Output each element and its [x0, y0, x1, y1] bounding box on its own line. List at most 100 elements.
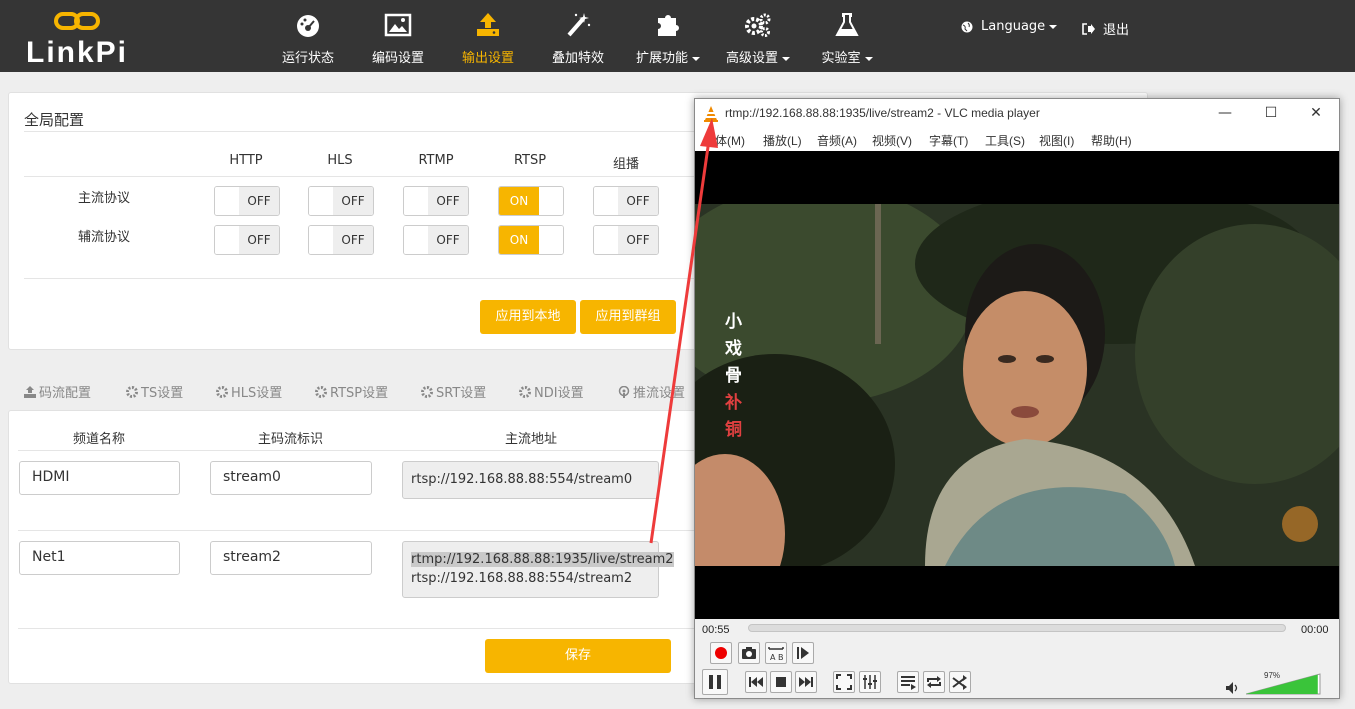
fullscreen-button[interactable]: [833, 671, 855, 693]
divider: [24, 131, 704, 132]
url-selected-text: rtmp://192.168.88.88:1935/live/stream2: [411, 552, 674, 567]
stream-id-input[interactable]: stream0: [210, 461, 372, 495]
nav-advanced[interactable]: 高级设置: [720, 0, 796, 72]
toggle-sub-multicast[interactable]: OFF: [593, 225, 659, 255]
video-area[interactable]: 小 戏 骨 补 铜: [695, 151, 1339, 619]
divider: [18, 628, 698, 629]
logout-icon: [1082, 22, 1095, 35]
menu-playback[interactable]: 播放(L): [763, 132, 802, 149]
toggle-main-rtmp[interactable]: OFF: [403, 186, 469, 216]
tab-rtsp[interactable]: RTSP设置: [315, 382, 388, 401]
fullscreen-icon: [836, 674, 852, 690]
loop-icon: [927, 676, 941, 688]
podcast-icon: [618, 385, 630, 398]
vlc-cone-icon: [704, 106, 718, 122]
toggle-sub-hls[interactable]: OFF: [308, 225, 374, 255]
menu-tools[interactable]: 工具(S): [985, 132, 1025, 149]
puzzle-icon: [658, 15, 679, 36]
vlc-window[interactable]: rtmp://192.168.88.88:1935/live/stream2 -…: [694, 98, 1340, 699]
vlc-titlebar[interactable]: rtmp://192.168.88.88:1935/live/stream2 -…: [695, 99, 1339, 129]
toggle-main-http[interactable]: OFF: [214, 186, 280, 216]
apply-local-button[interactable]: 应用到本地: [480, 300, 576, 334]
toggle-sub-rtmp[interactable]: OFF: [403, 225, 469, 255]
toggle-main-hls[interactable]: OFF: [308, 186, 374, 216]
minimize-icon[interactable]: —: [1215, 103, 1235, 123]
loop-button[interactable]: [923, 671, 945, 693]
globe-icon: [961, 21, 973, 32]
col-hls: HLS: [327, 153, 353, 168]
channel-name-input[interactable]: Net1: [19, 541, 180, 575]
divider: [18, 450, 698, 451]
nav-encode[interactable]: 编码设置: [366, 0, 430, 72]
stream-id-input[interactable]: stream2: [210, 541, 372, 575]
toggle-main-multicast[interactable]: OFF: [593, 186, 659, 216]
nav-overlay[interactable]: 叠加特效: [546, 0, 610, 72]
snapshot-button[interactable]: [738, 642, 760, 664]
tab-srt[interactable]: SRT设置: [421, 382, 486, 401]
vlc-menubar: 媒体(M) 播放(L) 音频(A) 视频(V) 字幕(T) 工具(S) 视图(I…: [695, 129, 1339, 151]
svg-text:A B: A B: [770, 653, 784, 662]
nav-extensions[interactable]: 扩展功能: [630, 0, 706, 72]
stop-button[interactable]: [770, 671, 792, 693]
row-label-sub: 辅流协议: [78, 230, 131, 245]
stop-icon: [776, 677, 786, 687]
menu-media[interactable]: 媒体(M): [703, 132, 745, 149]
playlist-icon: [901, 676, 916, 690]
menu-help[interactable]: 帮助(H): [1091, 132, 1132, 149]
playlist-button[interactable]: [897, 671, 919, 693]
linkpi-logo[interactable]: LinkPi: [24, 8, 134, 69]
volume-label: 97%: [1264, 671, 1281, 680]
tab-stream-config[interactable]: 码流配置: [24, 382, 91, 401]
record-button[interactable]: [710, 642, 732, 664]
nav-lab[interactable]: 实验室: [814, 0, 880, 72]
menu-video[interactable]: 视频(V): [872, 132, 912, 149]
tab-ts[interactable]: TS设置: [126, 382, 183, 401]
caret-down-icon: [692, 56, 700, 61]
main-url-field[interactable]: rtsp://192.168.88.88:554/stream0: [402, 461, 659, 499]
frame-step-icon: [797, 647, 809, 659]
gears-icon: [745, 13, 771, 37]
picture-icon: [384, 13, 412, 37]
logout-button[interactable]: 退出: [1082, 19, 1129, 38]
volume-slider[interactable]: 97%: [1245, 671, 1322, 696]
apply-group-button[interactable]: 应用到群组: [580, 300, 676, 334]
seek-bar[interactable]: [748, 624, 1286, 632]
shuffle-button[interactable]: [949, 671, 971, 693]
toggle-sub-http[interactable]: OFF: [214, 225, 280, 255]
video-scene-image: [695, 204, 1339, 566]
toggle-sub-rtsp[interactable]: ON: [498, 225, 564, 255]
main-url-field[interactable]: rtmp://192.168.88.88:1935/live/stream2 r…: [402, 541, 674, 598]
nav-label: 输出设置: [461, 51, 514, 66]
channel-name-input[interactable]: HDMI: [19, 461, 180, 495]
next-button[interactable]: [795, 671, 817, 693]
nav-label: 高级设置: [720, 47, 796, 66]
header-channel-name: 频道名称: [73, 432, 126, 447]
menu-audio[interactable]: 音频(A): [817, 132, 857, 149]
loop-ab-button[interactable]: A B: [765, 642, 787, 664]
time-elapsed: 00:55: [702, 624, 730, 636]
pause-button[interactable]: [702, 669, 728, 695]
upload-icon: [477, 13, 499, 36]
video-subtitle: 小 戏 骨 补 铜: [725, 312, 742, 440]
equalizer-icon: [863, 675, 877, 689]
close-icon[interactable]: ✕: [1306, 103, 1326, 123]
menu-view[interactable]: 视图(I): [1039, 132, 1074, 149]
frame-step-button[interactable]: [792, 642, 814, 664]
caret-down-icon: [782, 56, 790, 61]
menu-subtitle[interactable]: 字幕(T): [929, 132, 968, 149]
speaker-icon[interactable]: [1225, 681, 1239, 695]
tab-hls[interactable]: HLS设置: [216, 382, 282, 401]
maximize-icon[interactable]: ☐: [1261, 103, 1281, 123]
extended-settings-button[interactable]: [859, 671, 881, 693]
previous-button[interactable]: [745, 671, 767, 693]
language-dropdown[interactable]: Language: [961, 19, 1058, 34]
tab-ndi[interactable]: NDI设置: [519, 382, 584, 401]
nav-status[interactable]: 运行状态: [276, 0, 340, 72]
nav-label: 叠加特效: [551, 51, 604, 66]
nav-output[interactable]: 输出设置: [456, 0, 520, 72]
row-label-main: 主流协议: [78, 191, 131, 206]
ab-loop-icon: A B: [768, 647, 784, 662]
save-button[interactable]: 保存: [485, 639, 671, 673]
tab-push[interactable]: 推流设置: [618, 382, 685, 401]
toggle-main-rtsp[interactable]: ON: [498, 186, 564, 216]
